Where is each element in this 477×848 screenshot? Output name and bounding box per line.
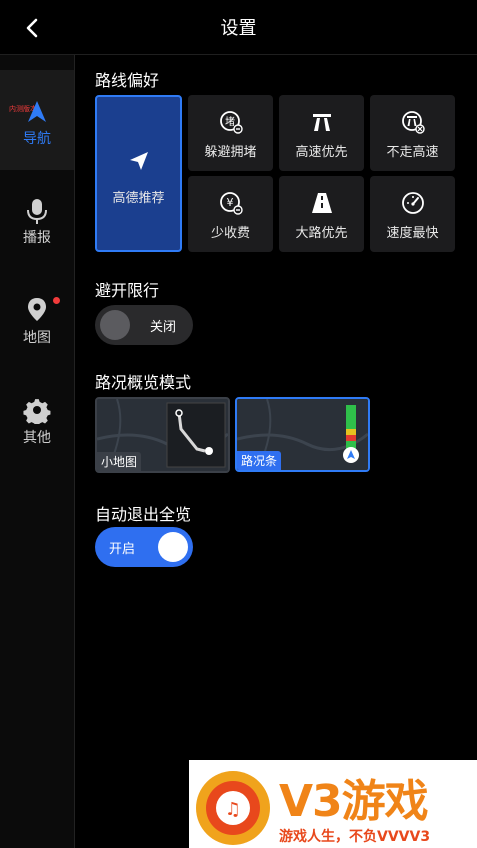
send-plane-icon: [130, 152, 148, 170]
traffic-mode-mini-map[interactable]: 小地图: [95, 397, 230, 473]
speedometer-icon: [402, 192, 424, 214]
ad-logo-icon: ♫: [196, 771, 270, 845]
less-toll-icon: ¥: [220, 192, 243, 215]
route-pref-title: 路线偏好: [95, 71, 160, 90]
no-highway-icon: [402, 111, 425, 134]
gear-icon: [23, 399, 51, 424]
route-option-label: 高速优先: [295, 145, 348, 160]
toggle-knob: [158, 532, 188, 562]
traffic-mode-title: 路况概览模式: [95, 373, 192, 392]
toggle-knob: [100, 310, 130, 340]
svg-text:♫: ♫: [225, 799, 241, 820]
toggle-state-label: 开启: [109, 542, 136, 557]
map-pin-icon: [28, 298, 46, 321]
traffic-mode-label: 小地图: [97, 452, 142, 471]
svg-text:堵: 堵: [225, 115, 235, 128]
sidebar-item-map[interactable]: 地图: [0, 280, 74, 380]
traffic-mode-traffic-bar[interactable]: 路况条: [235, 397, 370, 472]
route-option-main-road[interactable]: 大路优先: [279, 176, 364, 252]
route-option-recommended[interactable]: 高德推荐: [95, 95, 182, 252]
avoid-jam-icon: 堵: [220, 111, 243, 134]
traffic-mode-label: 路况条: [237, 451, 282, 470]
main-road-icon: [312, 193, 332, 213]
route-option-label: 速度最快: [386, 226, 439, 241]
toggle-state-label: 关闭: [150, 320, 177, 335]
route-option-label: 躲避拥堵: [204, 145, 257, 160]
header-bar: 设置: [0, 0, 477, 55]
highway-icon: [313, 114, 331, 131]
page-title: 设置: [220, 18, 257, 39]
navigation-arrow-icon: [28, 101, 46, 122]
avoid-limit-toggle[interactable]: 关闭: [95, 305, 193, 345]
sidebar: 内测版本 导航 播报 地图 其他: [0, 55, 75, 848]
notification-dot: [53, 297, 60, 304]
route-option-label: 少收费: [210, 226, 250, 241]
sidebar-item-label: 导航: [23, 131, 51, 147]
watermark-ad: ♫ V3游戏 游戏人生，不负VVVV3: [189, 760, 477, 848]
svg-text:¥: ¥: [227, 196, 234, 209]
ad-brand: V3游戏: [279, 776, 429, 827]
route-option-highway-first[interactable]: 高速优先: [279, 95, 364, 171]
sidebar-item-label: 地图: [23, 330, 51, 346]
route-option-label: 不走高速: [386, 145, 439, 160]
sidebar-item-label: 其他: [23, 430, 51, 446]
sidebar-item-broadcast[interactable]: 播报: [0, 180, 74, 280]
auto-exit-toggle[interactable]: 开启: [95, 527, 193, 567]
sidebar-item-label: 播报: [23, 230, 51, 246]
route-option-less-toll[interactable]: ¥ 少收费: [188, 176, 273, 252]
route-option-no-highway[interactable]: 不走高速: [370, 95, 455, 171]
route-option-fastest[interactable]: 速度最快: [370, 176, 455, 252]
sidebar-item-other[interactable]: 其他: [0, 380, 74, 480]
microphone-icon: [27, 199, 47, 224]
sidebar-item-navigation[interactable]: 内测版本 导航: [0, 70, 74, 170]
ad-slogan: 游戏人生，不负VVVV3: [279, 829, 431, 845]
auto-exit-title: 自动退出全览: [95, 505, 192, 524]
route-option-label: 高德推荐: [112, 191, 165, 206]
avoid-limit-title: 避开限行: [95, 281, 160, 300]
route-option-avoid-jam[interactable]: 堵 躲避拥堵: [188, 95, 273, 171]
route-option-label: 大路优先: [295, 226, 348, 241]
